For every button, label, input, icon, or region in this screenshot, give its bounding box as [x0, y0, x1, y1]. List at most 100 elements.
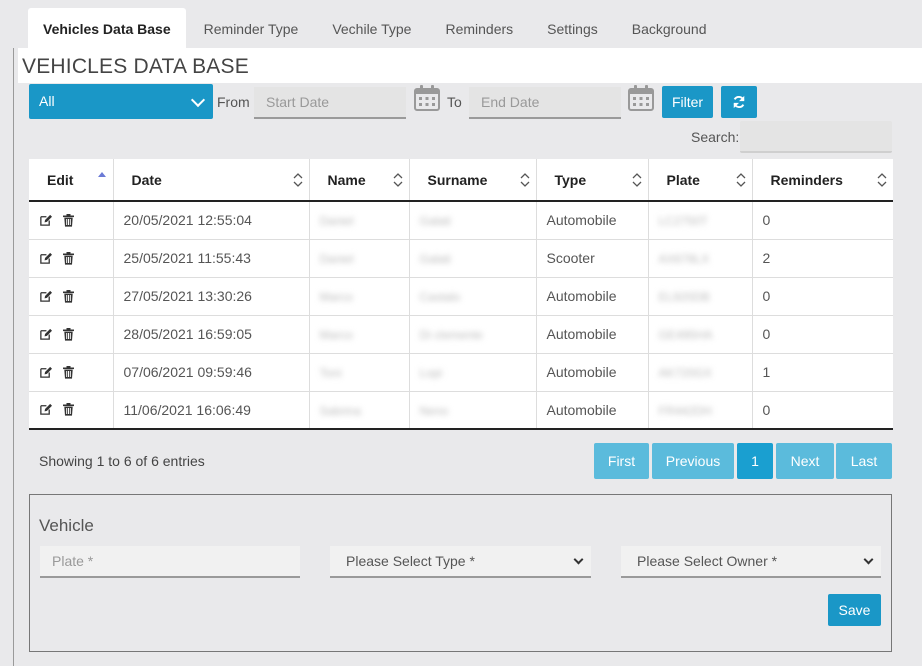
table-body: 20/05/2021 12:55:04 Daniel Galati Automobil… — [29, 200, 893, 430]
table-row: 07/06/2021 09:59:46 Toni Lopi Automobile AK7… — [29, 352, 893, 391]
cell-reminders: 0 — [752, 390, 893, 430]
type-select[interactable]: Please Select Type * — [330, 546, 591, 578]
col-type[interactable]: Type — [536, 159, 649, 202]
owner-select[interactable]: Please Select Owner * — [621, 546, 881, 578]
cell-name: Marco — [309, 276, 410, 315]
cell-surname: Castalo — [409, 276, 537, 315]
trash-icon[interactable] — [63, 365, 74, 379]
col-surname[interactable]: Surname — [409, 159, 537, 202]
cell-name-value: Marco — [319, 328, 353, 342]
trash-icon[interactable] — [63, 327, 74, 341]
trash-icon[interactable] — [63, 289, 74, 303]
vehicle-filter-select[interactable]: All — [29, 84, 213, 119]
cell-name: Toni — [309, 352, 410, 391]
edit-icon[interactable] — [39, 252, 52, 265]
refresh-button[interactable] — [721, 86, 757, 118]
cell-reminders: 0 — [752, 314, 893, 353]
cell-surname-value: Galati — [419, 214, 451, 229]
pagination-next[interactable]: Next — [776, 443, 834, 479]
row-actions — [29, 352, 114, 391]
table-row: 25/05/2021 11:55:43 Daniel Galati Scooter AX… — [29, 238, 893, 277]
chevron-down-icon — [863, 554, 874, 565]
cell-reminders: 0 — [752, 276, 893, 315]
col-reminders[interactable]: Reminders — [752, 159, 893, 202]
owner-select-value: Please Select Owner * — [637, 553, 778, 569]
search-input[interactable] — [740, 121, 892, 153]
edit-icon[interactable] — [39, 328, 52, 341]
cell-surname-value: Di clemente — [419, 328, 483, 342]
pagination-previous[interactable]: Previous — [652, 443, 734, 479]
calendar-icon[interactable] — [628, 85, 654, 111]
col-plate-label: Plate — [666, 171, 700, 188]
cell-name-value: Sabrina — [319, 403, 361, 418]
start-date-input[interactable] — [254, 87, 406, 119]
plate-input[interactable]: Plate * — [40, 546, 300, 578]
tab-reminder-type[interactable]: Reminder Type — [188, 8, 315, 48]
trash-icon[interactable] — [63, 251, 74, 265]
edit-icon[interactable] — [39, 403, 52, 416]
cell-plate: AX678LX — [648, 238, 753, 277]
tab-reminders[interactable]: Reminders — [429, 8, 529, 48]
trash-icon[interactable] — [63, 213, 74, 227]
cell-plate-value: EL920DB — [658, 290, 710, 304]
vehicle-form-title: Vehicle — [39, 516, 94, 535]
tab-background[interactable]: Background — [616, 8, 723, 48]
col-edit[interactable]: Edit — [29, 159, 114, 202]
trash-icon[interactable] — [63, 403, 74, 416]
cell-date: 07/06/2021 09:59:46 — [113, 352, 310, 391]
edit-icon[interactable] — [39, 366, 52, 379]
cell-name-value: Marco — [319, 290, 353, 304]
col-reminders-label: Reminders — [770, 171, 843, 188]
save-button[interactable]: Save — [828, 594, 881, 626]
edit-icon[interactable] — [39, 290, 52, 303]
sort-asc-icon — [97, 172, 106, 177]
filter-button[interactable]: Filter — [662, 86, 713, 118]
cell-plate: GE495HA — [648, 314, 753, 353]
cell-name-value: Daniel — [319, 252, 354, 266]
cell-surname-value: Lopi — [419, 366, 443, 380]
sort-icon — [632, 173, 641, 187]
table-row: 28/05/2021 16:59:05 Marco Di clemente Autom… — [29, 314, 893, 353]
row-actions — [29, 238, 114, 277]
col-date-label: Date — [131, 171, 162, 188]
cell-type: Automobile — [536, 352, 649, 391]
from-label: From — [217, 94, 250, 110]
sort-icon — [736, 173, 745, 187]
pagination-last[interactable]: Last — [836, 443, 892, 479]
cell-surname-value: Castalo — [419, 290, 461, 304]
cell-surname: Neno — [409, 390, 537, 430]
col-name[interactable]: Name — [309, 159, 410, 202]
cell-plate-value: LC2750T — [658, 214, 708, 229]
cell-date: 20/05/2021 12:55:04 — [113, 200, 310, 239]
calendar-icon[interactable] — [414, 85, 440, 111]
sort-icon — [877, 173, 887, 187]
entries-info: Showing 1 to 6 of 6 entries — [39, 453, 205, 469]
edit-icon[interactable] — [39, 214, 52, 227]
cell-name: Daniel — [309, 200, 410, 239]
end-date-input[interactable] — [469, 87, 621, 119]
pagination-first[interactable]: First — [594, 443, 649, 479]
tab-vehicle-type[interactable]: Vechile Type — [316, 8, 427, 48]
table-row: 11/06/2021 16:06:49 Sabrina Neno Automobile… — [29, 390, 893, 430]
cell-date: 27/05/2021 13:30:26 — [113, 276, 310, 315]
cell-plate-value: AX678LX — [658, 252, 710, 266]
col-date[interactable]: Date — [113, 159, 310, 202]
tab-bar: Vehicles Data Base Reminder Type Vechile… — [0, 0, 922, 48]
pagination-page-1[interactable]: 1 — [737, 443, 773, 479]
cell-type: Automobile — [536, 390, 649, 430]
table-row: 27/05/2021 13:30:26 Marco Castalo Automobil… — [29, 276, 893, 315]
cell-type: Scooter — [536, 238, 649, 277]
refresh-icon — [733, 95, 745, 109]
row-actions — [29, 390, 114, 430]
col-type-label: Type — [554, 171, 587, 188]
sort-icon — [293, 173, 302, 187]
row-actions — [29, 200, 114, 239]
cell-date: 11/06/2021 16:06:49 — [113, 390, 310, 430]
tab-settings[interactable]: Settings — [531, 8, 614, 48]
col-plate[interactable]: Plate — [648, 159, 753, 202]
vehicles-table: Edit Date Name Surname Type Plate Remind… — [29, 159, 893, 430]
cell-type: Automobile — [536, 200, 649, 239]
cell-plate-value: AK720GX — [658, 366, 712, 380]
cell-plate: EL920DB — [648, 276, 753, 315]
tab-vehicles-data-base[interactable]: Vehicles Data Base — [28, 8, 186, 48]
